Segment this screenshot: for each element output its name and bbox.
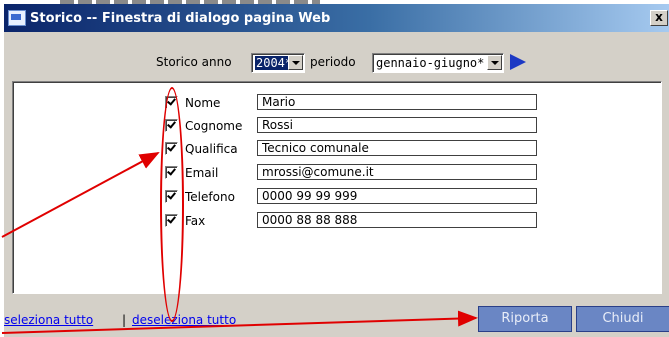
telefono-field[interactable] [257, 188, 537, 204]
period-select-value: gennaio-giugno* [376, 56, 485, 70]
chevron-down-icon[interactable] [487, 55, 502, 70]
qualifica-label: Qualifica [185, 142, 238, 156]
deselect-all-link[interactable]: deseleziona tutto [132, 313, 236, 327]
period-label: periodo [310, 55, 356, 69]
close-button[interactable]: Chiudi [576, 306, 669, 332]
year-select[interactable]: 2004* [251, 53, 305, 73]
report-button[interactable]: Riporta [478, 306, 572, 332]
nome-field[interactable] [257, 94, 537, 110]
fields-panel: Nome Cognome Qualifica Email Telefono Fa… [12, 81, 662, 294]
checkbox-highlight-ellipse [160, 87, 184, 322]
window-title: Storico -- Finestra di dialogo pagina We… [30, 11, 331, 26]
cognome-label: Cognome [185, 119, 243, 133]
fax-label: Fax [185, 214, 206, 228]
email-field[interactable] [257, 164, 537, 180]
telefono-label: Telefono [185, 190, 235, 204]
ie-dialog-icon [8, 10, 26, 26]
year-label: Storico anno [156, 55, 232, 69]
fax-field[interactable] [257, 212, 537, 228]
period-select[interactable]: gennaio-giugno* [372, 53, 504, 73]
dialog-window: Storico -- Finestra di dialogo pagina We… [4, 4, 669, 337]
select-all-link[interactable]: seleziona tutto [4, 313, 93, 327]
qualifica-field[interactable] [257, 140, 537, 156]
cognome-field[interactable] [257, 117, 537, 133]
chevron-down-icon[interactable] [288, 55, 303, 70]
filter-row: Storico anno 2004* periodo gennaio-giugn… [4, 53, 669, 75]
email-label: Email [185, 166, 219, 180]
nome-label: Nome [185, 96, 221, 110]
title-bar[interactable]: Storico -- Finestra di dialogo pagina We… [4, 4, 669, 32]
play-arrow-icon[interactable] [510, 54, 526, 70]
link-separator: | [122, 313, 127, 327]
close-window-button[interactable]: x [650, 10, 668, 26]
